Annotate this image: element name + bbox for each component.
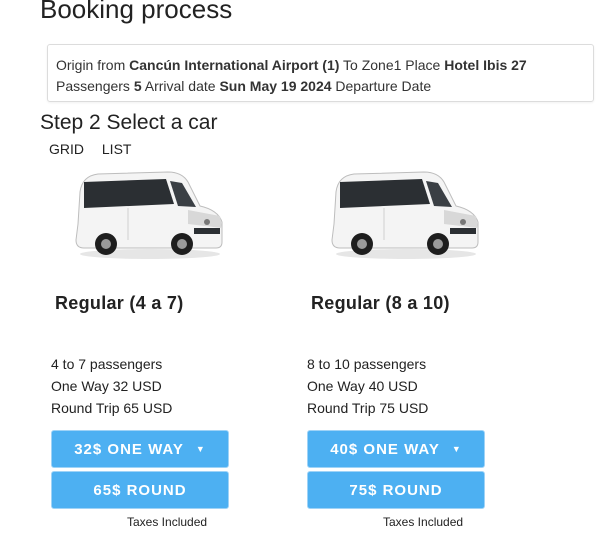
origin-value: Cancún International Airport (1) [129, 57, 340, 73]
page-title: Booking process [40, 0, 233, 24]
passengers-value: 5 [133, 78, 142, 94]
car-round-trip-price: Round Trip 65 USD [51, 400, 173, 416]
one-way-button[interactable]: 40$ ONE WAY ▼ [307, 430, 485, 468]
grid-view-link[interactable]: GRID [49, 141, 84, 157]
one-way-button-label: 40$ ONE WAY [330, 440, 440, 458]
origin-label: Origin from [56, 57, 126, 73]
car-round-trip-price: Round Trip 75 USD [307, 400, 429, 416]
car-name: Regular (4 a 7) [55, 293, 184, 313]
list-view-link[interactable]: LIST [102, 141, 132, 157]
car-one-way-price: One Way 32 USD [51, 378, 162, 394]
round-trip-button[interactable]: 75$ ROUND [307, 471, 485, 509]
to-label: To Zone1 Place [343, 57, 441, 73]
departure-label: Departure Date [335, 78, 432, 94]
one-way-button-label: 32$ ONE WAY [74, 440, 184, 458]
car-passengers: 8 to 10 passengers [307, 356, 427, 372]
step-title: Step 2 Select a car [40, 111, 218, 134]
view-toggle: GRID LIST [49, 141, 145, 157]
van-image [331, 171, 479, 259]
arrival-value: Sun May 19 2024 [219, 78, 332, 94]
round-trip-button-label: 75$ ROUND [349, 481, 443, 499]
car-name: Regular (8 a 10) [311, 293, 450, 313]
taxes-note: Taxes Included [383, 515, 464, 529]
caret-down-icon: ▼ [451, 444, 462, 454]
place-value: Hotel Ibis 27 [444, 57, 527, 73]
round-trip-button[interactable]: 65$ ROUND [51, 471, 229, 509]
van-image [75, 171, 223, 259]
car-one-way-price: One Way 40 USD [307, 378, 418, 394]
car-passengers: 4 to 7 passengers [51, 356, 163, 372]
taxes-note: Taxes Included [127, 515, 208, 529]
round-trip-button-label: 65$ ROUND [93, 481, 187, 499]
booking-summary: Origin from Cancún International Airport… [47, 44, 594, 102]
one-way-button[interactable]: 32$ ONE WAY ▼ [51, 430, 229, 468]
caret-down-icon: ▼ [195, 444, 206, 454]
arrival-label: Arrival date [144, 78, 216, 94]
passengers-label: Passengers [56, 78, 130, 94]
